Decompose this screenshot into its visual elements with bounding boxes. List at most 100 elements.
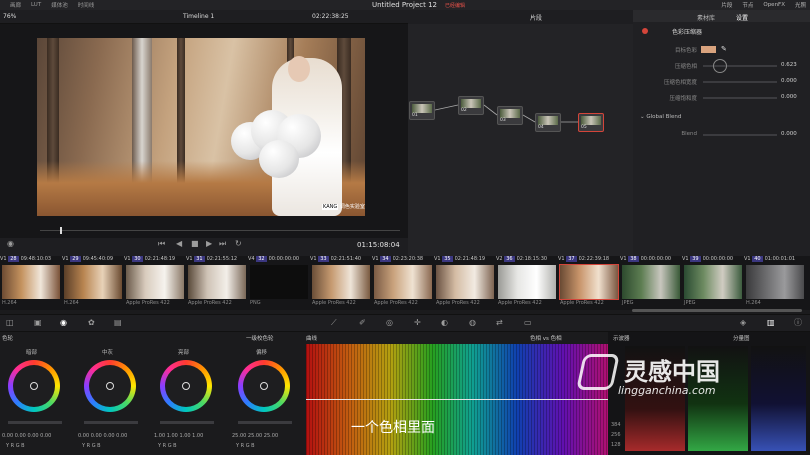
reverse-play-icon[interactable]: ◀ [176,240,182,248]
clip-timecode: 02:18:15:30 [516,256,548,262]
clip-item[interactable]: V1 37 02:22:39:18 Apple ProRes 422 [558,256,620,310]
clip-header: V1 39 00:00:00:00 [682,256,744,264]
play-icon[interactable]: ▶ [206,240,212,248]
effect-enabled-icon[interactable] [642,28,648,34]
stop-icon[interactable]: ■ [191,240,199,248]
clip-item[interactable]: V1 33 02:21:51:40 Apple ProRes 422 [310,256,372,310]
menu-media-pool[interactable]: 媒体池 [51,1,68,9]
clip-item[interactable]: V4 32 00:00:00:00 PNG [248,256,310,310]
loop-icon[interactable]: ↻ [235,240,242,248]
tab-clips[interactable]: 片段 [721,1,732,9]
menu-timeline[interactable]: 时间线 [78,1,95,9]
clip-item[interactable]: V1 35 02:21:48:19 Apple ProRes 422 [434,256,496,310]
clip-item[interactable]: V1 31 02:21:55:12 Apple ProRes 422 [186,256,248,310]
wheel-channel-letters: Y R G B [6,443,25,449]
master-wheel-slider[interactable] [84,421,138,424]
clip-item[interactable]: V1 28 09:48:10:03 H.264 [0,256,62,310]
watermark-logo: KANG [322,204,339,210]
master-wheel-slider[interactable] [8,421,62,424]
timeline-name[interactable]: Timeline 1 [183,13,214,20]
tracker-icon[interactable]: ✛ [414,319,421,327]
clip-item[interactable]: V1 40 01:00:01:01 H.264 [744,256,806,310]
clip-item[interactable]: V1 34 02:23:20:38 Apple ProRes 422 [372,256,434,310]
skip-start-icon[interactable]: ⏮ [158,240,165,248]
viewer-scrubber[interactable] [40,230,400,231]
target-color-swatch[interactable] [701,46,716,53]
blend-slider[interactable] [703,134,777,136]
clip-header: V1 37 02:22:39:18 [558,256,620,264]
wheel-label: 亮部 [178,350,190,356]
hue-curve-line[interactable] [306,399,608,400]
menu-gallery[interactable]: 画廊 [10,1,21,9]
master-wheel-slider[interactable] [160,421,214,424]
wheel-values[interactable]: 1.00 1.00 1.00 1.00 [154,433,203,439]
clip-track: V1 [558,256,567,262]
rgb-mixer-icon[interactable]: ✿ [88,319,95,327]
clip-header: V1 35 02:21:48:19 [434,256,496,264]
scrubber-handle[interactable] [60,227,62,234]
window-icon[interactable]: ◎ [386,319,393,327]
menu-lut[interactable]: LUT [31,2,41,8]
wheel-values[interactable]: 0.00 0.00 0.00 0.00 [78,433,127,439]
tab-openfx[interactable]: OpenFX [763,2,785,8]
tab-nodes[interactable]: 节点 [742,1,753,9]
sizing-icon[interactable]: ▭ [524,319,532,327]
clip-number: 31 [194,256,205,262]
clip-item[interactable]: V1 38 00:00:00:00 JPEG [620,256,682,310]
magic-mask-icon[interactable]: ◐ [441,319,448,327]
eyedropper-icon[interactable]: ✎ [721,45,727,53]
key-icon[interactable]: ⇄ [496,319,503,327]
camera-raw-icon[interactable]: ◫ [6,319,14,327]
scope-mode[interactable]: 分量图 [733,334,750,342]
color-wheel[interactable] [160,360,212,412]
clip-item[interactable]: V1 39 00:00:00:00 JPEG [682,256,744,310]
cursor-indicator [713,59,727,73]
curves-icon[interactable]: ⟋ [331,319,337,327]
clip-thumbnail [559,264,619,300]
clip-item[interactable]: V2 36 02:18:15:30 Apple ProRes 422 [496,256,558,310]
clip-item[interactable]: V1 29 09:45:40:09 H.264 [62,256,124,310]
wheels-mode[interactable]: 一级校色轮 [246,334,274,342]
color-wheel[interactable] [238,360,290,412]
info-icon[interactable]: ⓘ [794,319,802,327]
clip-timecode: 02:21:55:12 [206,256,238,262]
wheel-center-dot[interactable] [182,382,190,390]
wheel-channel-letters: Y R G B [158,443,177,449]
clip-thumbnail [64,265,122,299]
wheel-center-dot[interactable] [30,382,38,390]
audio-icon[interactable]: ◉ [7,240,14,248]
master-wheel-slider[interactable] [238,421,292,424]
zoom-level[interactable]: 76% [3,13,16,20]
clip-scrollbar[interactable] [632,309,802,312]
compress-saturation-slider[interactable] [703,97,777,99]
curves-mode[interactable]: 色相 vs 色相 [530,334,562,342]
3d-icon[interactable]: ◈ [740,319,746,327]
clip-item[interactable]: V1 30 02:21:48:19 Apple ProRes 422 [124,256,186,310]
wheel-center-dot[interactable] [260,382,268,390]
skip-end-icon[interactable]: ⏭ [219,240,226,248]
compress-width-slider[interactable] [703,81,777,83]
blur-icon[interactable]: ◍ [469,319,476,327]
wheel-values[interactable]: 25.00 25.00 25.00 [232,433,278,439]
motion-effects-icon[interactable]: ▤ [114,319,122,327]
scopes-icon[interactable]: ▥ [767,319,775,327]
tab-lighting[interactable]: 光照 [795,1,806,9]
clip-number: 39 [690,256,701,262]
wheel-values[interactable]: 0.00 0.00 0.00 0.00 [2,433,51,439]
clip-number: 40 [752,256,763,262]
qualifier-icon[interactable]: ✐ [359,319,366,327]
global-blend-header[interactable]: ⌄ Global Blend [640,114,681,120]
tab-settings[interactable]: 设置 [736,13,748,22]
color-wheel[interactable] [84,360,136,412]
row-compress-saturation: 压缩饱和度 0.000 [669,94,797,102]
wheel-center-dot[interactable] [106,382,114,390]
node-mode[interactable]: 片段 [530,13,542,22]
viewer-timecode: 02:22:38:25 [312,13,349,20]
color-wheel[interactable] [8,360,60,412]
color-match-icon[interactable]: ▣ [34,319,42,327]
clip-header: V1 38 00:00:00:00 [620,256,682,264]
wheel-channel-letters: Y R G B [82,443,101,449]
clip-timecode: 02:23:20:38 [392,256,424,262]
tab-media-library[interactable]: 素材库 [697,13,715,22]
color-wheels-icon[interactable]: ◉ [60,319,67,327]
